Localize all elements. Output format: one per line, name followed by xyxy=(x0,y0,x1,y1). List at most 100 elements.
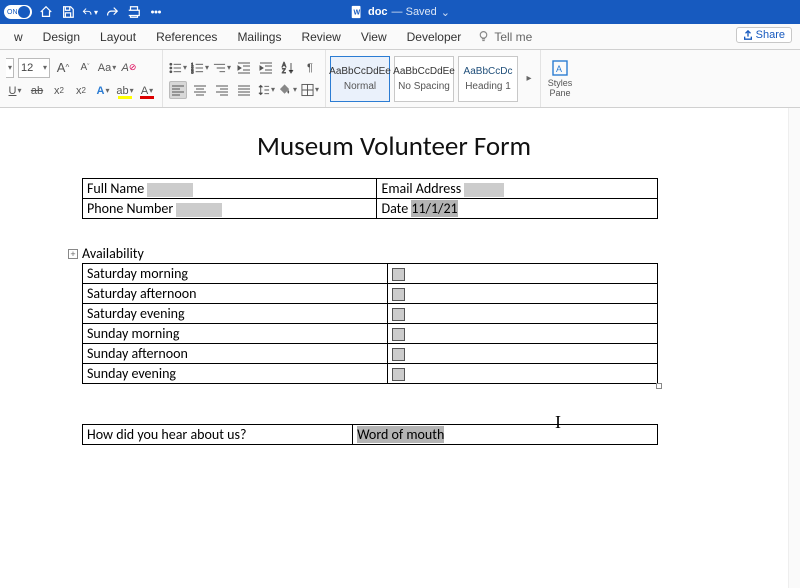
styles-pane-label: Styles Pane xyxy=(548,79,573,99)
autosave-toggle[interactable]: ON xyxy=(4,5,32,19)
table-anchor-icon[interactable]: + xyxy=(68,249,78,259)
table-row[interactable]: How did you hear about us? Word of mouth xyxy=(83,425,658,445)
avail-label: Saturday afternoon xyxy=(83,284,388,304)
superscript-button[interactable]: x2 xyxy=(72,82,90,100)
font-group: ▾ 12▾ A^ Aˇ Aa▾ A⊘ U▾ ab x2 x2 A▾ ab▾ A▾ xyxy=(0,50,163,107)
avail-label: Saturday morning xyxy=(83,264,388,284)
bullets-button[interactable]: ▾ xyxy=(169,59,187,77)
styles-pane-button[interactable]: A Styles Pane xyxy=(541,50,579,107)
full-name-field[interactable] xyxy=(147,183,193,197)
print-icon[interactable] xyxy=(126,4,142,20)
grow-font-button[interactable]: A^ xyxy=(54,59,72,77)
underline-button[interactable]: U▾ xyxy=(6,82,24,100)
date-value[interactable]: 11/1/21 xyxy=(411,200,457,217)
borders-button[interactable]: ▾ xyxy=(301,81,319,99)
font-size-dropdown[interactable]: 12▾ xyxy=(18,58,50,78)
checkbox-sat-evening[interactable] xyxy=(392,308,405,321)
share-label: Share xyxy=(756,29,785,41)
quick-access-toolbar: ON ▾ xyxy=(0,4,164,20)
checkbox-sat-afternoon[interactable] xyxy=(392,288,405,301)
clear-format-button[interactable]: A⊘ xyxy=(120,59,138,77)
svg-text:3: 3 xyxy=(191,69,194,74)
style-heading1[interactable]: AaBbCcDc Heading 1 xyxy=(458,56,518,102)
table-row[interactable]: Saturday evening xyxy=(83,304,658,324)
styles-group: AaBbCcDdEe Normal AaBbCcDdEe No Spacing … xyxy=(326,50,541,107)
highlight-button[interactable]: ab▾ xyxy=(116,82,134,100)
availability-table[interactable]: Saturday morning Saturday afternoon Satu… xyxy=(82,263,658,384)
numbering-button[interactable]: 123▾ xyxy=(191,59,209,77)
toggle-dot xyxy=(18,6,30,18)
tab-design[interactable]: Design xyxy=(33,24,90,49)
save-icon[interactable] xyxy=(60,4,76,20)
table-row[interactable]: Sunday morning xyxy=(83,324,658,344)
more-icon[interactable] xyxy=(148,4,164,20)
table-row[interactable]: Sunday afternoon xyxy=(83,344,658,364)
share-button[interactable]: Share xyxy=(736,27,792,43)
tab-mailings[interactable]: Mailings xyxy=(227,24,291,49)
strike-button[interactable]: ab xyxy=(28,82,46,100)
hear-answer[interactable]: Word of mouth xyxy=(357,426,444,443)
undo-icon[interactable]: ▾ xyxy=(82,4,98,20)
tab-developer[interactable]: Developer xyxy=(397,24,472,49)
email-field[interactable] xyxy=(464,183,504,197)
contact-table[interactable]: Full Name Email Address Phone Number Dat… xyxy=(82,178,658,219)
availability-heading[interactable]: Availability xyxy=(82,245,144,262)
tell-me-search[interactable]: Tell me xyxy=(477,30,532,44)
svg-text:W: W xyxy=(353,10,360,17)
style-normal[interactable]: AaBbCcDdEe Normal xyxy=(330,56,390,102)
tell-me-label: Tell me xyxy=(494,30,532,44)
bulb-icon xyxy=(477,30,490,43)
table-row[interactable]: Phone Number Date 11/1/21 xyxy=(83,199,658,219)
tab-layout[interactable]: Layout xyxy=(90,24,146,49)
justify-button[interactable] xyxy=(235,81,253,99)
sort-button[interactable]: AZ xyxy=(279,59,297,77)
styles-more-button[interactable]: ▸ xyxy=(522,73,536,84)
style-label: Normal xyxy=(344,81,376,92)
date-label: Date xyxy=(381,200,408,217)
show-marks-button[interactable]: ¶ xyxy=(301,59,319,77)
shrink-font-button[interactable]: Aˇ xyxy=(76,59,94,77)
table-row[interactable]: Full Name Email Address xyxy=(83,179,658,199)
autosave-label: ON xyxy=(7,9,18,16)
align-center-button[interactable] xyxy=(191,81,209,99)
tab-partial[interactable]: w xyxy=(4,24,33,49)
checkbox-sun-afternoon[interactable] xyxy=(392,348,405,361)
table-row[interactable]: Sunday evening xyxy=(83,364,658,384)
multilevel-button[interactable]: ▾ xyxy=(213,59,231,77)
page-title[interactable]: Museum Volunteer Form xyxy=(0,130,788,163)
doc-name: doc xyxy=(368,6,388,18)
checkbox-sat-morning[interactable] xyxy=(392,268,405,281)
hear-about-table[interactable]: How did you hear about us? Word of mouth xyxy=(82,424,658,445)
shading-button[interactable]: ▾ xyxy=(279,81,297,99)
decrease-indent-button[interactable] xyxy=(235,59,253,77)
tab-references[interactable]: References xyxy=(146,24,227,49)
phone-field[interactable] xyxy=(176,203,222,217)
chevron-down-icon[interactable]: ⌄ xyxy=(441,6,450,19)
avail-label: Sunday evening xyxy=(83,364,388,384)
tab-review[interactable]: Review xyxy=(291,24,350,49)
increase-indent-button[interactable] xyxy=(257,59,275,77)
line-spacing-button[interactable]: ▾ xyxy=(257,81,275,99)
table-resize-handle[interactable] xyxy=(656,383,662,389)
svg-text:Z: Z xyxy=(282,69,286,75)
align-right-button[interactable] xyxy=(213,81,231,99)
checkbox-sun-morning[interactable] xyxy=(392,328,405,341)
align-left-button[interactable] xyxy=(169,81,187,99)
table-row[interactable]: Saturday afternoon xyxy=(83,284,658,304)
vertical-scrollbar[interactable] xyxy=(788,108,800,588)
text-effects-button[interactable]: A▾ xyxy=(94,82,112,100)
style-sample: AaBbCcDdEe xyxy=(393,66,455,77)
change-case-button[interactable]: Aa▾ xyxy=(98,59,116,77)
document-canvas[interactable]: Museum Volunteer Form Full Name Email Ad… xyxy=(0,108,788,588)
redo-icon[interactable] xyxy=(104,4,120,20)
style-no-spacing[interactable]: AaBbCcDdEe No Spacing xyxy=(394,56,454,102)
text-cursor-icon: I xyxy=(555,412,561,433)
home-icon[interactable] xyxy=(38,4,54,20)
checkbox-sun-evening[interactable] xyxy=(392,368,405,381)
font-color-button[interactable]: A▾ xyxy=(138,82,156,100)
font-name-dropdown[interactable]: ▾ xyxy=(6,58,14,78)
subscript-button[interactable]: x2 xyxy=(50,82,68,100)
table-row[interactable]: Saturday morning xyxy=(83,264,658,284)
tab-view[interactable]: View xyxy=(351,24,397,49)
svg-text:A: A xyxy=(556,64,562,74)
